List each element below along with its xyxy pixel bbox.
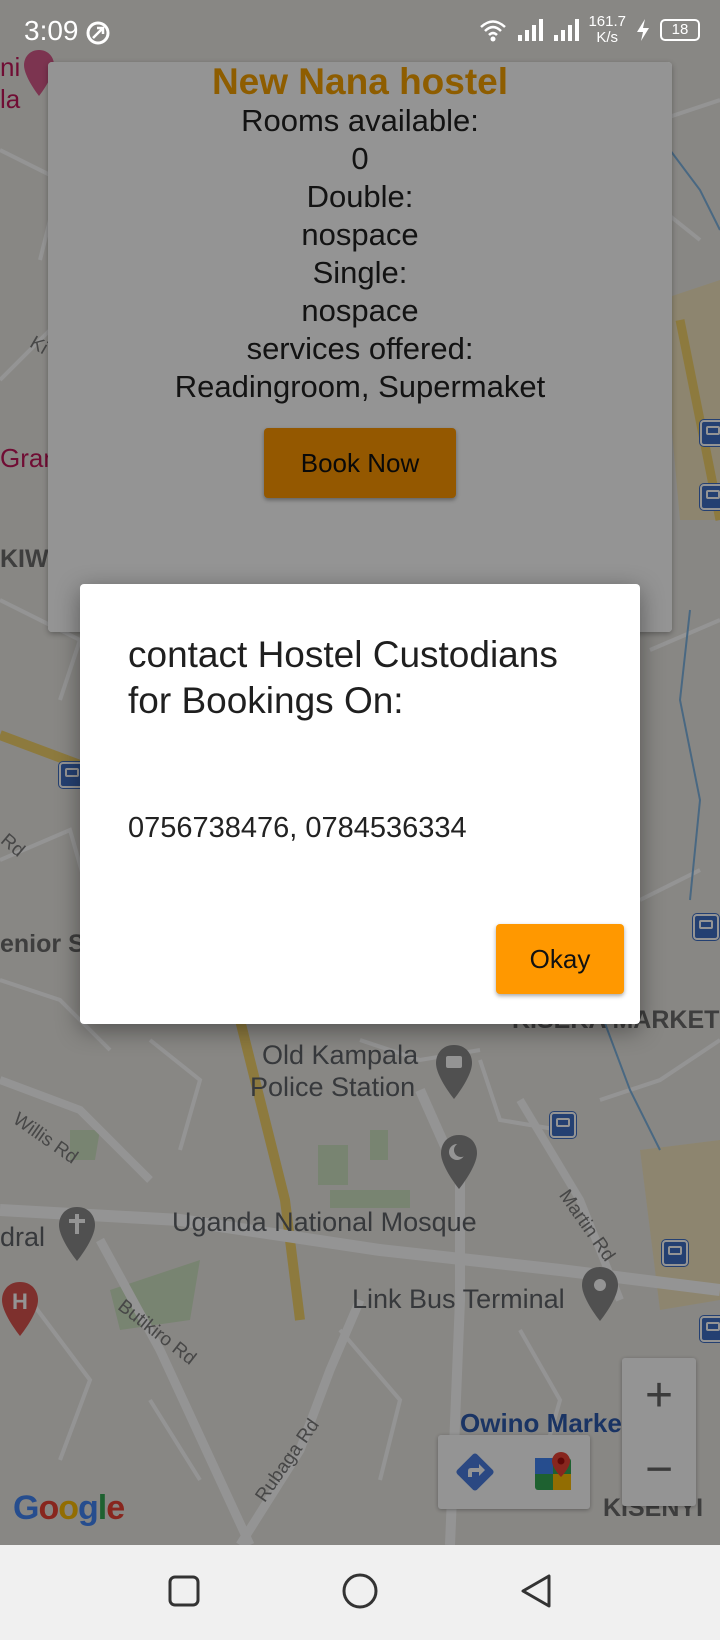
battery-icon: 18	[660, 19, 700, 41]
charging-icon	[637, 19, 649, 41]
signal-icon	[518, 19, 544, 41]
okay-button[interactable]: Okay	[496, 924, 624, 994]
network-speed: 161.7 K/s	[588, 14, 626, 46]
status-bar: 3:09 161.7 K/s 18	[0, 0, 720, 64]
network-speed-value: 161.7	[588, 13, 626, 30]
booking-contact-dialog: contact Hostel Custodians for Bookings O…	[80, 584, 640, 1024]
back-button[interactable]	[512, 1567, 560, 1615]
status-icons: 161.7 K/s 18	[478, 14, 700, 46]
home-icon	[342, 1573, 378, 1609]
signal-icon-2	[554, 19, 580, 41]
network-speed-unit: K/s	[596, 29, 619, 46]
status-time: 3:09	[24, 15, 79, 46]
hostel-info-card: New Nana hostel Rooms available: 0 Doubl…	[48, 62, 672, 632]
recents-button[interactable]	[160, 1567, 208, 1615]
data-saver-icon	[86, 21, 110, 45]
battery-level: 18	[671, 21, 689, 38]
dialog-title: contact Hostel Custodians for Bookings O…	[128, 634, 558, 721]
wifi-icon	[480, 20, 507, 42]
navigation-bar	[0, 1545, 720, 1640]
home-button[interactable]	[336, 1567, 384, 1615]
back-icon	[521, 1574, 551, 1608]
recents-icon	[168, 1575, 200, 1607]
dialog-message: 0756738476, 0784536334	[128, 812, 467, 844]
card-dim-overlay	[48, 62, 672, 632]
